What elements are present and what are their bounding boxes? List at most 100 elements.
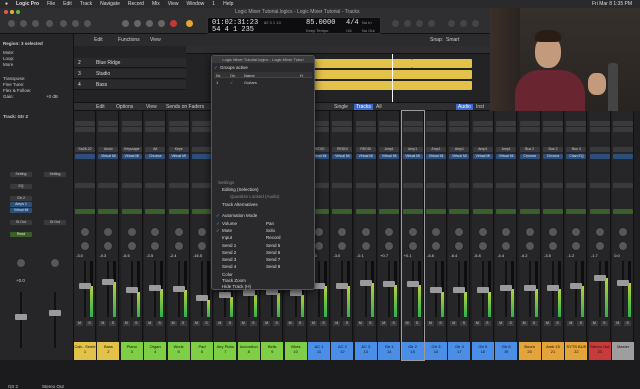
setting-button[interactable] [566, 121, 587, 126]
solo-button[interactable]: S [624, 321, 632, 326]
track-name-label[interactable]: Accordion 8 [237, 342, 260, 360]
solo-button[interactable]: S [86, 321, 93, 326]
send-knob[interactable] [197, 241, 207, 251]
track-name-label[interactable]: Bells 9 [261, 342, 284, 360]
track-name-label[interactable]: Wurlz 5 [167, 342, 190, 360]
volume-fader[interactable] [500, 285, 513, 291]
output-slot[interactable] [566, 183, 587, 188]
mixer-single-button[interactable]: Single [334, 104, 348, 110]
audio-fx-slot[interactable]: Virtual Mi [449, 154, 470, 159]
track-zoom-option[interactable]: Track Zoom [222, 278, 246, 283]
audio-fx-slot[interactable]: Virtual Mi [426, 154, 446, 159]
color-option[interactable]: Color [222, 272, 233, 277]
volume-fader[interactable] [547, 285, 559, 291]
input-slot[interactable]: Alt [145, 147, 166, 152]
automation-slot[interactable] [589, 209, 610, 214]
send-knob[interactable] [337, 241, 348, 251]
setting-button[interactable] [519, 121, 540, 126]
gain-slot[interactable] [402, 127, 423, 132]
gain-slot[interactable] [426, 127, 446, 132]
audio-fx-slot[interactable] [192, 154, 212, 159]
pan-knob[interactable] [477, 227, 488, 237]
volume-fader[interactable] [172, 285, 185, 292]
mute-button[interactable]: M [497, 321, 505, 326]
track-name-label[interactable]: Vibes 10 [284, 342, 307, 360]
track-header-studio[interactable]: 3 Studio [74, 69, 186, 79]
output-slot[interactable] [145, 183, 166, 188]
gain-slot[interactable] [519, 127, 540, 132]
groups-active-check-icon[interactable]: ✓ [214, 65, 218, 71]
menu-edit[interactable]: Edit [63, 1, 72, 7]
track-name-label[interactable]: Airy Picks 7 [214, 342, 237, 360]
menu-track[interactable]: Track [80, 1, 92, 7]
track-header-blue-ridge[interactable]: 2 Blue Ridge [74, 58, 186, 68]
solo-button[interactable]: S [577, 321, 585, 326]
inspector-input-slot[interactable]: Gtr 2 [10, 196, 32, 201]
volume-fader[interactable] [196, 294, 208, 301]
automation-slot[interactable] [145, 209, 166, 214]
groups-active-label[interactable]: Groups active [220, 65, 248, 70]
audio-region[interactable] [314, 59, 412, 68]
send3-option[interactable]: Send 3 [222, 257, 236, 262]
menu-view[interactable]: View [168, 1, 179, 7]
track-name-label[interactable]: Piano 3 [120, 342, 143, 360]
mute-button[interactable]: M [239, 321, 247, 326]
volume-fader[interactable] [523, 285, 536, 291]
mute-button[interactable]: M [263, 321, 271, 326]
menu-app[interactable]: Logic Pro [16, 1, 39, 7]
audio-fx-slot[interactable]: Virtual Mi [496, 154, 517, 159]
automation-slot[interactable] [402, 209, 423, 214]
audio-fx-slot[interactable]: Virtual Mi [121, 154, 142, 159]
track-name-label[interactable]: Bass 2 [97, 342, 120, 360]
send-knob[interactable] [571, 241, 582, 251]
setting-button[interactable] [426, 121, 446, 126]
send-knob[interactable] [173, 241, 184, 251]
send-knob[interactable] [548, 241, 558, 251]
mute-button[interactable]: M [76, 321, 83, 326]
tracks-functions-menu[interactable]: Functions [118, 37, 140, 43]
quantize-option[interactable]: Quantize Locked (Audio) [230, 194, 280, 199]
solo-button[interactable]: S [226, 321, 234, 326]
input-slot[interactable]: Amp1 [496, 147, 517, 152]
pan-knob[interactable] [501, 227, 512, 237]
track-name-label[interactable]: Gtr 4 17 [448, 342, 471, 360]
mixer-options-menu[interactable]: Options [116, 104, 133, 110]
mute-button[interactable]: M [286, 321, 294, 326]
automation-slot[interactable] [472, 209, 493, 214]
solo-button[interactable]: S [273, 321, 281, 326]
pan-knob[interactable] [594, 227, 605, 237]
automation-slot[interactable] [121, 209, 142, 214]
solo-button[interactable]: S [296, 321, 304, 326]
hide-track-option[interactable]: Hide Track (H) [222, 284, 251, 289]
region-header[interactable]: Region: 3 selected [3, 41, 43, 46]
send1-option[interactable]: Send 1 [222, 243, 236, 248]
volume-fader[interactable] [617, 280, 630, 287]
gain-slot[interactable] [543, 127, 563, 132]
record-icon[interactable] [170, 20, 177, 27]
library-icon[interactable] [8, 20, 15, 27]
input-slot[interactable]: REDDI [355, 147, 376, 152]
gain-value[interactable]: +0 dB [46, 94, 58, 99]
output-slot[interactable] [543, 183, 563, 188]
notepad-icon[interactable] [460, 20, 467, 27]
track-name-label[interactable]: Pad 6 [191, 342, 213, 360]
record-option[interactable]: Record [266, 235, 281, 240]
inspector-icon[interactable] [20, 20, 27, 27]
solo-button[interactable]: S [413, 321, 421, 326]
mute-button[interactable]: M [450, 321, 458, 326]
metronome-icon[interactable] [428, 20, 435, 27]
audio-region[interactable] [314, 81, 472, 90]
track-name-label[interactable]: Gtr 5 18 [471, 342, 494, 360]
send-knob[interactable] [454, 241, 465, 251]
mixer-inst-filter[interactable]: Inst [476, 104, 484, 110]
play-icon[interactable] [158, 20, 165, 27]
track-name-label[interactable]: SYTS BUS 22 [565, 342, 588, 360]
gain-slot[interactable] [98, 127, 119, 132]
audio-fx-slot[interactable]: Virtual Mi [402, 154, 423, 159]
menu-help[interactable]: Help [223, 1, 233, 7]
output-slot[interactable] [379, 183, 400, 188]
gain-slot[interactable] [121, 127, 142, 132]
send-knob[interactable] [618, 241, 629, 251]
gain-slot[interactable] [75, 127, 95, 132]
mute-button[interactable]: M [193, 321, 200, 326]
